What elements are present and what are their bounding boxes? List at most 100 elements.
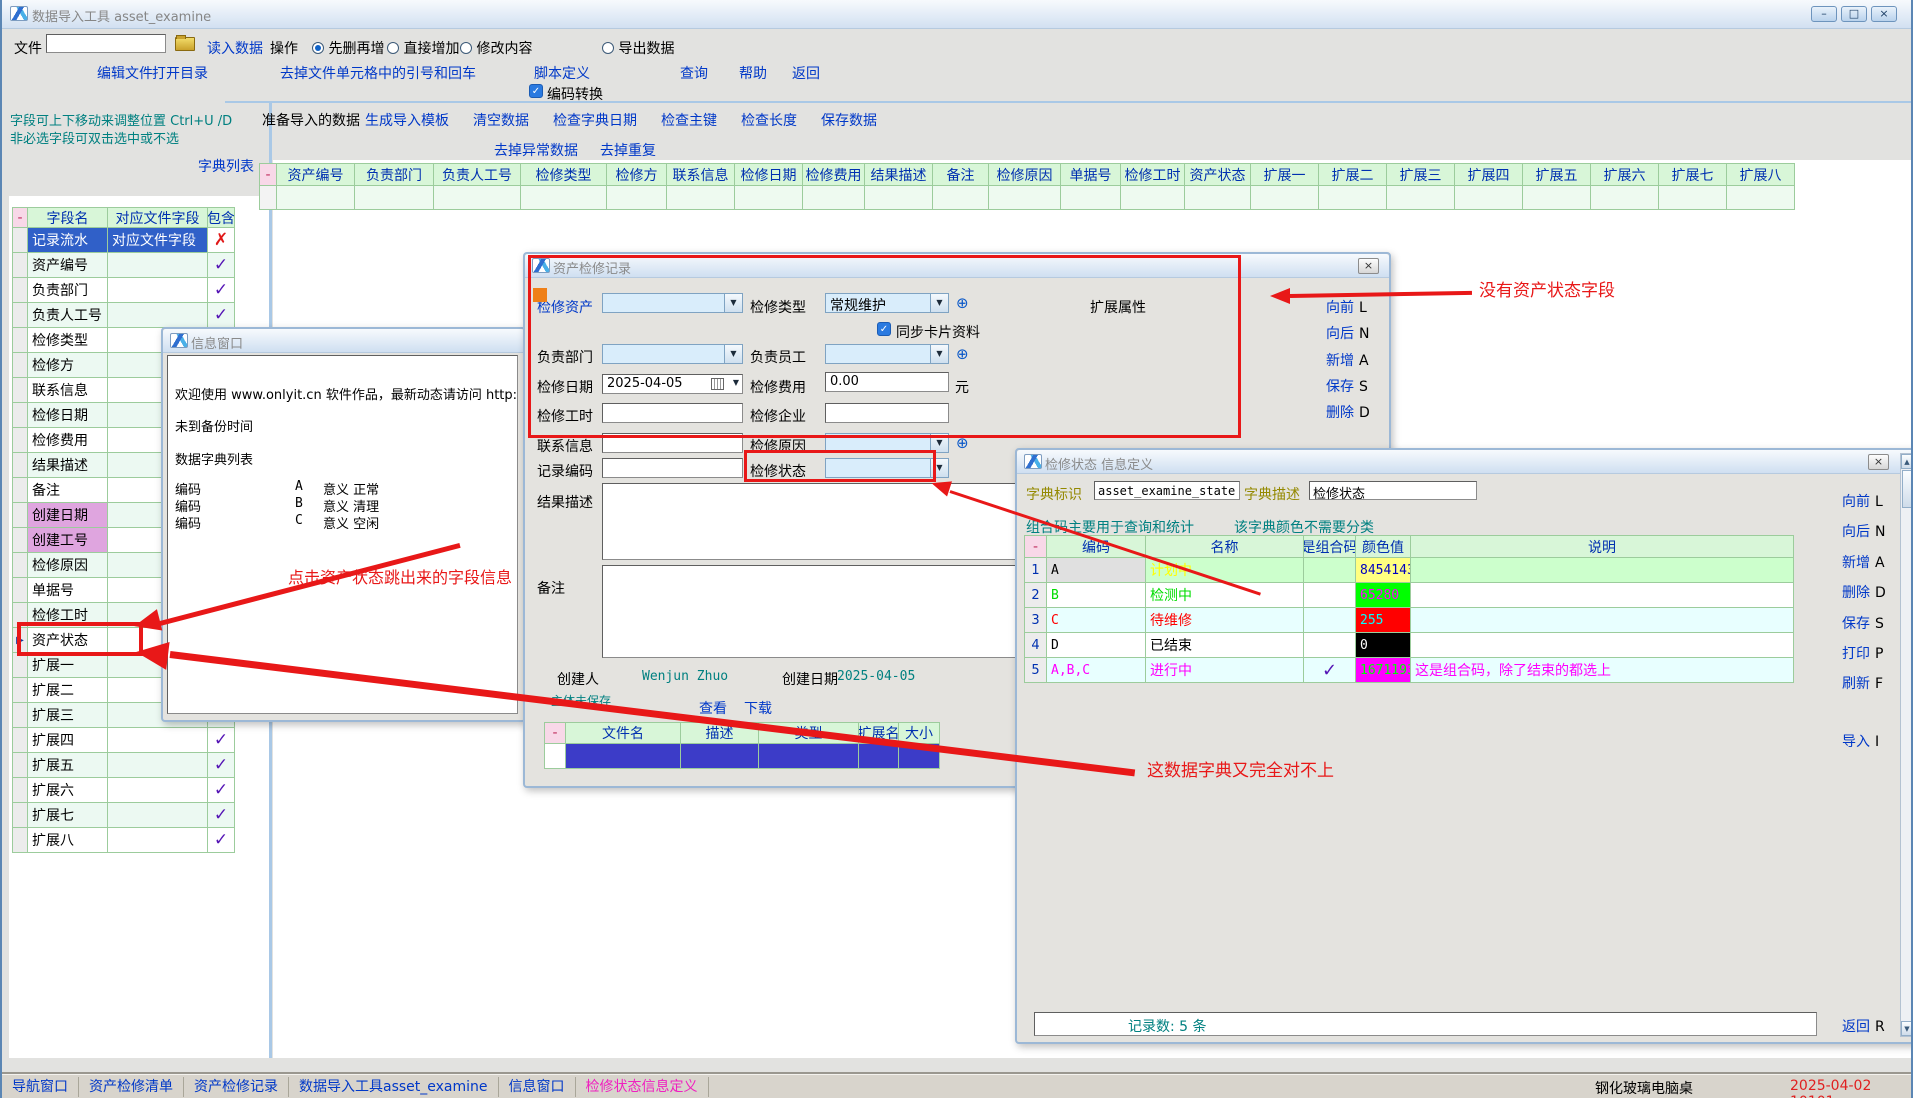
taskbar-item[interactable]: 信息窗口 <box>499 1077 576 1097</box>
import-action-link[interactable]: 保存数据 <box>821 110 877 130</box>
info-code-line: 编码A意义 正常 <box>175 479 505 496</box>
radio-icon[interactable] <box>387 42 399 54</box>
dict-action-button[interactable]: 删除D <box>1842 582 1886 602</box>
include-cell: ✓ <box>208 828 235 853</box>
dict-row[interactable]: 2B检测中65280 <box>1024 583 1794 608</box>
record-nav-button[interactable]: 保存S <box>1326 376 1368 396</box>
dict-row[interactable]: 4D已结束0 <box>1024 633 1794 658</box>
dict-row[interactable]: 5A,B,C进行中✓16711935这是组合码，除了结束的都选上 <box>1024 658 1794 683</box>
dict-action-button[interactable]: 保存S <box>1842 613 1884 633</box>
row-indicator-cell <box>12 303 28 328</box>
import-action-link[interactable]: 清空数据 <box>473 110 529 130</box>
import-empty-cell <box>1185 186 1251 210</box>
code-meaning: 意义 空闲 <box>323 513 379 532</box>
dict-action-button[interactable]: 导入I <box>1842 731 1879 751</box>
field-name-cell: 扩展五 <box>28 753 108 778</box>
note-cell <box>1411 558 1794 583</box>
field-row[interactable]: 扩展五✓ <box>12 753 235 778</box>
script-def-link[interactable]: 脚本定义 <box>534 63 590 83</box>
button-shortcut: A <box>1359 353 1369 369</box>
dict-scrollbar[interactable]: ▲ ▼ <box>1900 453 1913 1037</box>
import-empty-cell <box>277 186 355 210</box>
scrollbar-thumb[interactable] <box>1902 470 1912 508</box>
import-action-link[interactable]: 检查字典日期 <box>553 110 637 130</box>
dict-action-button[interactable]: 向后N <box>1842 521 1885 541</box>
minimize-button[interactable]: – <box>1811 6 1837 22</box>
radio-label: 导出数据 <box>614 41 674 57</box>
dict-action-button[interactable]: 新增A <box>1842 552 1885 572</box>
scroll-down-icon[interactable]: ▼ <box>1901 1021 1913 1036</box>
strip-quotes-link[interactable]: 去掉文件单元格中的引号和回车 <box>280 63 476 83</box>
record-nav-button[interactable]: 新增A <box>1326 350 1369 370</box>
dict-row[interactable]: 1A计划中8454143 <box>1024 558 1794 583</box>
taskbar-item[interactable]: 资产检修清单 <box>79 1077 184 1097</box>
field-row[interactable]: 记录流水对应文件字段✗ <box>12 228 235 253</box>
import-action-link[interactable]: 去掉重复 <box>600 140 656 160</box>
operation-radio[interactable]: 导出数据 <box>602 38 674 58</box>
taskbar-item[interactable]: 数据导入工具asset_examine <box>289 1077 499 1097</box>
edit-file-link[interactable]: 编辑文件 <box>97 63 153 83</box>
import-action-link[interactable]: 检查主键 <box>661 110 717 130</box>
code-label: 编码 <box>175 513 201 532</box>
import-action-link[interactable]: 去掉异常数据 <box>494 140 578 160</box>
field-row[interactable]: 扩展六✓ <box>12 778 235 803</box>
view-link[interactable]: 查看 <box>699 698 727 718</box>
import-action-link[interactable]: 检查长度 <box>741 110 797 130</box>
download-link[interactable]: 下载 <box>744 698 772 718</box>
record-dialog-close-button[interactable]: × <box>1358 258 1379 274</box>
help-link[interactable]: 帮助 <box>739 63 767 83</box>
radio-icon[interactable] <box>460 42 472 54</box>
field-row[interactable]: 资产编号✓ <box>12 253 235 278</box>
query-link[interactable]: 查询 <box>680 63 708 83</box>
operation-radio[interactable]: 先删再增 <box>312 38 384 58</box>
record-code-input[interactable] <box>602 458 743 478</box>
open-dir-link[interactable]: 打开目录 <box>152 63 208 83</box>
dict-row[interactable]: 3C待维修255 <box>1024 608 1794 633</box>
record-nav-button[interactable]: 向前L <box>1326 297 1367 317</box>
back-button[interactable]: 返回R <box>1842 1016 1885 1036</box>
dict-list-link[interactable]: 字典列表 <box>198 156 254 176</box>
note-cell <box>1411 583 1794 608</box>
dict-action-button[interactable]: 打印P <box>1842 643 1883 663</box>
column-header: 说明 <box>1411 535 1794 558</box>
radio-icon[interactable] <box>602 42 614 54</box>
field-name-cell: 联系信息 <box>28 378 108 403</box>
code-cell: A <box>1047 558 1146 583</box>
record-nav-button[interactable]: 向后N <box>1326 323 1369 343</box>
field-row[interactable]: 负责人工号✓ <box>12 303 235 328</box>
field-row[interactable]: 负责部门✓ <box>12 278 235 303</box>
file-path-input[interactable] <box>46 34 166 53</box>
column-header: 扩展八 <box>1727 163 1795 186</box>
folder-open-icon[interactable] <box>175 37 195 51</box>
note-textarea[interactable] <box>602 565 1025 658</box>
encoding-convert-checkbox[interactable]: ✓ <box>529 84 543 98</box>
import-empty-cell <box>865 186 933 210</box>
color-value-cell: 0 <box>1356 633 1411 658</box>
dict-action-button[interactable]: 向前L <box>1842 491 1883 511</box>
field-name-cell: 资产编号 <box>28 253 108 278</box>
annotation-arrowhead <box>1270 288 1290 304</box>
field-row[interactable]: 扩展七✓ <box>12 803 235 828</box>
sidebar-hint-2: 非必选字段可双击选中或不选 <box>10 128 179 147</box>
record-nav-button[interactable]: 删除D <box>1326 402 1370 422</box>
taskbar-item[interactable]: 检修状态信息定义 <box>576 1077 709 1097</box>
read-data-link[interactable]: 读入数据 <box>207 38 263 58</box>
scroll-up-icon[interactable]: ▲ <box>1901 454 1913 469</box>
operation-radio[interactable]: 直接增加 <box>387 38 459 58</box>
back-link[interactable]: 返回 <box>792 63 820 83</box>
taskbar-item[interactable]: 导航窗口 <box>2 1077 79 1097</box>
field-row[interactable]: 扩展八✓ <box>12 828 235 853</box>
field-name-cell: 检修费用 <box>28 428 108 453</box>
dict-dialog-close-button[interactable]: × <box>1868 454 1889 470</box>
import-action-link[interactable]: 生成导入模板 <box>365 110 449 130</box>
taskbar-item[interactable]: 资产检修记录 <box>184 1077 289 1097</box>
dict-action-button[interactable]: 刷新F <box>1842 673 1883 693</box>
close-button[interactable]: × <box>1871 6 1897 22</box>
operation-radio[interactable]: 修改内容 <box>460 38 532 58</box>
maximize-button[interactable]: □ <box>1841 6 1867 22</box>
dict-id-input[interactable]: asset_examine_state <box>1094 481 1240 500</box>
field-row[interactable]: 扩展四✓ <box>12 728 235 753</box>
dict-desc-input[interactable]: 检修状态 <box>1309 481 1477 500</box>
radio-icon[interactable] <box>312 42 324 54</box>
column-header: - <box>12 207 28 228</box>
